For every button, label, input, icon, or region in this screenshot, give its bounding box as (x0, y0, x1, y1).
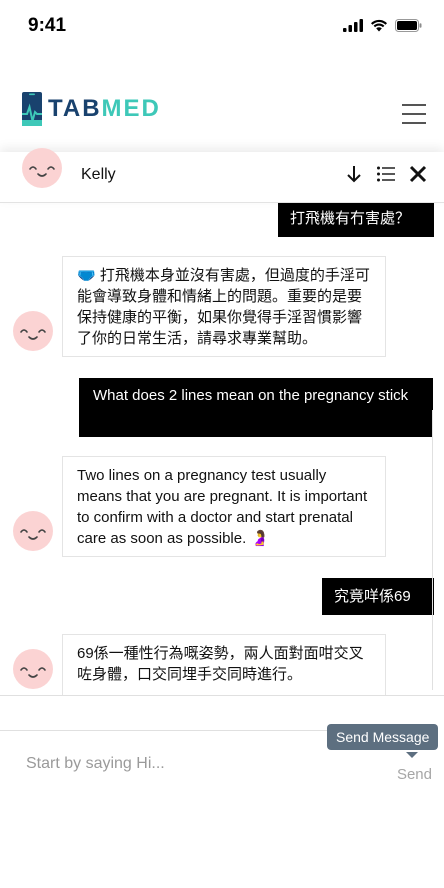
status-icons (343, 19, 422, 32)
logo-wordmark: TABMED (48, 95, 161, 123)
agent-avatar (13, 649, 53, 689)
close-icon[interactable] (408, 164, 428, 184)
logo-text-tab: TAB (48, 95, 102, 122)
message-list[interactable]: 打飛機有冇害處？ 🩲 打飛機本身並沒有害處，但過度的手淫可能會導致身體和情緒上的… (0, 203, 444, 695)
status-bar: 9:41 (0, 0, 444, 54)
status-time: 9:41 (28, 15, 67, 36)
bot-message: Two lines on a pregnancy test usually me… (62, 456, 386, 557)
smiling-face-icon (20, 329, 46, 340)
battery-icon (395, 19, 422, 32)
smiling-face-icon (29, 166, 55, 177)
bot-message-text: Two lines on a pregnancy test usually me… (77, 467, 368, 547)
user-message: 究竟咩係69 (322, 578, 434, 615)
tabmed-logo[interactable]: TABMED (22, 92, 161, 126)
smiling-face-icon (20, 529, 46, 540)
tooltip-arrow (406, 752, 418, 758)
agent-avatar (13, 511, 53, 551)
agent-name: Kelly (81, 166, 116, 183)
user-message: 打飛機有冇害處？ (278, 203, 434, 237)
bot-message: 🩲 打飛機本身並沒有害處，但過度的手淫可能會導致身體和情緒上的問題。重要的是要保… (62, 256, 386, 357)
app-header: TABMED (0, 54, 444, 158)
bot-message-text: 打飛機本身並沒有害處，但過度的手淫可能會導致身體和情緒上的問題。重要的是要保持健… (77, 267, 370, 347)
phone-heartbeat-logo-icon (22, 92, 42, 126)
cellular-signal-icon (343, 19, 363, 32)
wifi-icon (371, 19, 387, 32)
send-button[interactable]: Send (397, 766, 432, 783)
logo-text-med: MED (101, 95, 161, 122)
list-icon[interactable] (376, 164, 396, 184)
message-composer: Send Message Send (0, 695, 444, 808)
send-tooltip: Send Message (327, 724, 439, 750)
message-input[interactable] (24, 754, 358, 774)
bot-message: 69係一種性行為嘅姿勢，兩人面對面咁交叉咗身體，口交同埋手交同時進行。 (62, 634, 386, 695)
hamburger-menu-icon[interactable] (402, 104, 426, 124)
chat-header: Kelly (0, 148, 444, 203)
user-message: What does 2 lines mean on the pregnancy … (79, 378, 433, 437)
smiling-face-icon (20, 667, 46, 678)
pregnant-woman-emoji-icon: 🤰 (250, 530, 270, 547)
underwear-emoji-icon: 🩲 (77, 267, 96, 284)
agent-avatar (22, 148, 62, 188)
arrow-down-icon[interactable] (346, 164, 362, 184)
scrollbar-track[interactable] (432, 410, 433, 690)
agent-avatar (13, 311, 53, 351)
